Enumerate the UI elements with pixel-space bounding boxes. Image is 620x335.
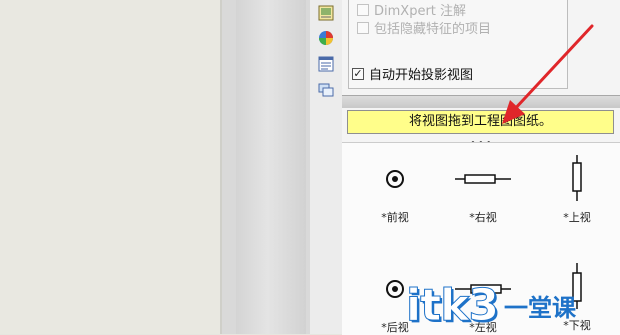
hidden-features-label: 包括隐藏特征的项目 [374,22,492,37]
view-right[interactable]: *右视 [438,161,528,225]
hidden-features-option[interactable]: 包括隐藏特征的项目 [357,18,491,37]
view-label: *上视 [563,211,591,224]
panel-divider [342,95,620,108]
auto-projection-label: 自动开始投影视图 [369,68,474,83]
watermark-logo: itk3 一堂课 [406,280,577,332]
watermark-sub: 一堂课 [504,294,576,322]
graphics-area [222,0,310,334]
properties-list-icon[interactable] [318,56,334,72]
auto-projection-option[interactable]: ✓ 自动开始投影视图 [352,64,473,83]
view-label: *前视 [381,211,409,224]
front-view-icon [350,161,440,197]
dimxpert-checkbox[interactable] [357,3,369,16]
dimxpert-label: DimXpert 注解 [374,4,467,19]
task-pane-tabs [310,0,343,334]
hidden-features-checkbox[interactable] [357,21,369,34]
views-icon[interactable] [318,82,334,98]
top-view-icon [532,155,620,201]
appearance-icon[interactable] [318,30,334,46]
view-top[interactable]: *上视 [532,155,620,225]
view-label: *右视 [469,211,497,224]
dimxpert-option[interactable]: DimXpert 注解 [357,0,466,19]
auto-projection-checkbox[interactable]: ✓ [352,67,364,80]
sheet-format-icon[interactable] [318,5,334,21]
right-view-icon [438,161,528,197]
left-pane [0,0,220,334]
view-front[interactable]: *前视 [350,161,440,225]
watermark-main: itk3 [406,280,500,332]
drag-hint: 将视图拖到工程图图纸。 [347,110,614,134]
